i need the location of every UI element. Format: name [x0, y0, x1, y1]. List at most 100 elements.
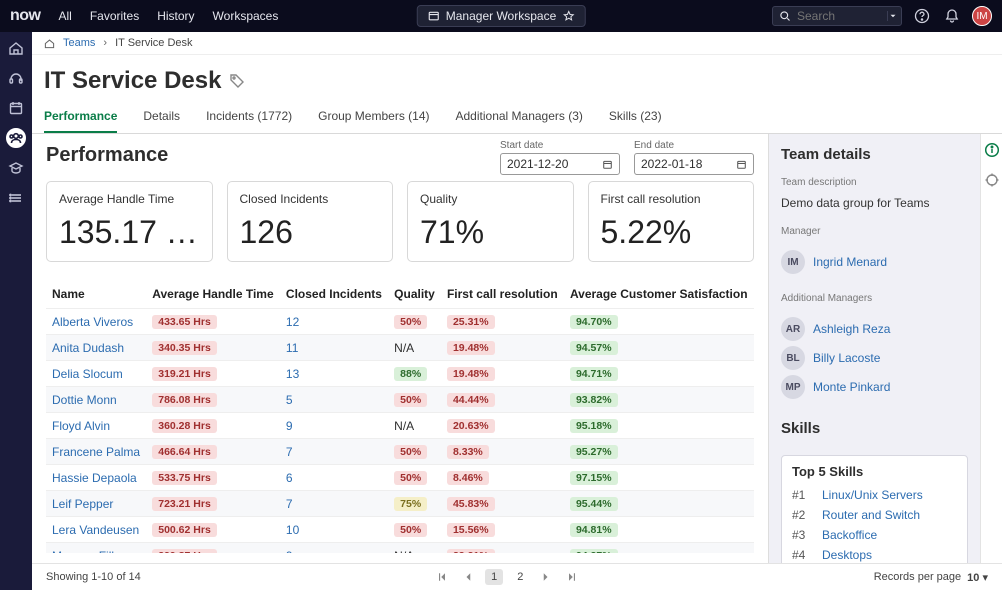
quality-pill: 50%	[394, 471, 427, 485]
nav-favorites[interactable]: Favorites	[90, 9, 139, 23]
workspace-pill[interactable]: Manager Workspace	[417, 5, 586, 27]
closed-link[interactable]: 12	[286, 315, 299, 329]
manager-name[interactable]: Billy Lacoste	[813, 351, 880, 365]
aht-pill: 319.21 Hrs	[152, 367, 217, 381]
avatar[interactable]: IM	[972, 6, 992, 26]
avatar: IM	[781, 250, 805, 274]
col-header[interactable]: Average Customer Satisfaction	[564, 280, 754, 309]
end-date-input[interactable]: 2022-01-18	[634, 153, 754, 175]
records-label: Records per page	[874, 571, 961, 583]
nav-all[interactable]: All	[59, 9, 72, 23]
tag-icon[interactable]	[229, 73, 245, 89]
teams-icon[interactable]	[6, 128, 26, 148]
skill-link[interactable]: Backoffice	[822, 528, 877, 542]
member-link[interactable]: Delia Slocum	[52, 367, 123, 381]
table-row: Lera Vandeusen500.62 Hrs1050%15.56%94.81…	[46, 517, 754, 543]
tab-incidents[interactable]: Incidents (1772)	[206, 101, 292, 133]
page-last-icon[interactable]	[563, 568, 581, 586]
target-icon[interactable]	[984, 172, 1000, 188]
nav-history[interactable]: History	[157, 9, 194, 23]
page-prev-icon[interactable]	[459, 568, 477, 586]
member-link[interactable]: Alberta Viveros	[52, 315, 133, 329]
member-link[interactable]: Meggan Fillman	[52, 549, 137, 554]
right-title: Team details	[781, 146, 968, 163]
skill-link[interactable]: Linux/Unix Servers	[822, 488, 923, 502]
aht-pill: 340.35 Hrs	[152, 341, 217, 355]
member-link[interactable]: Lera Vandeusen	[52, 523, 139, 537]
col-header[interactable]: Closed Incidents	[280, 280, 388, 309]
tab-additional-managers[interactable]: Additional Managers (3)	[456, 101, 583, 133]
member-link[interactable]: Francene Palma	[52, 445, 140, 459]
aht-pill: 533.75 Hrs	[152, 471, 217, 485]
learn-icon[interactable]	[6, 158, 26, 178]
manager-name[interactable]: Monte Pinkard	[813, 380, 890, 394]
table-row: Dottie Monn786.08 Hrs550%44.44%93.82%	[46, 387, 754, 413]
closed-link[interactable]: 9	[286, 549, 293, 554]
search-input-wrap[interactable]	[772, 6, 902, 26]
addl-manager: ARAshleigh Reza	[781, 317, 968, 341]
home-icon[interactable]	[6, 38, 26, 58]
member-link[interactable]: Anita Dudash	[52, 341, 124, 355]
page-next-icon[interactable]	[537, 568, 555, 586]
fcr-pill: 19.48%	[447, 341, 495, 355]
skill-rank: #2	[792, 508, 812, 522]
list-icon[interactable]	[6, 188, 26, 208]
help-icon[interactable]	[912, 6, 932, 26]
col-header[interactable]: Name	[46, 280, 146, 309]
acs-pill: 94.81%	[570, 523, 618, 537]
closed-link[interactable]: 11	[286, 341, 298, 355]
manager-person: IM Ingrid Menard	[781, 250, 968, 274]
quality-pill: 50%	[394, 523, 427, 537]
closed-link[interactable]: 13	[286, 367, 299, 381]
closed-link[interactable]: 7	[286, 445, 293, 459]
search-input[interactable]	[797, 9, 877, 23]
card-label: Average Handle Time	[59, 192, 200, 206]
manager-name[interactable]: Ashleigh Reza	[813, 322, 890, 336]
tab-group-members[interactable]: Group Members (14)	[318, 101, 429, 133]
pager-showing: Showing 1-10 of 14	[46, 571, 141, 583]
col-header[interactable]: Average Handle Time	[146, 280, 280, 309]
member-link[interactable]: Leif Pepper	[52, 497, 113, 511]
closed-link[interactable]: 9	[286, 419, 293, 433]
col-header[interactable]: First call resolution	[441, 280, 564, 309]
page-first-icon[interactable]	[433, 568, 451, 586]
page-2[interactable]: 2	[511, 569, 529, 585]
page-1[interactable]: 1	[485, 569, 503, 585]
closed-link[interactable]: 10	[286, 523, 299, 537]
closed-link[interactable]: 6	[286, 471, 293, 485]
closed-link[interactable]: 7	[286, 497, 293, 511]
desc-value: Demo data group for Teams	[781, 196, 968, 210]
manager-name[interactable]: Ingrid Menard	[813, 255, 887, 269]
headset-icon[interactable]	[6, 68, 26, 88]
breadcrumb-home-icon[interactable]	[44, 38, 55, 49]
tab-performance[interactable]: Performance	[44, 101, 117, 133]
member-link[interactable]: Dottie Monn	[52, 393, 117, 407]
pager: Showing 1-10 of 14 1 2 Records per page …	[32, 563, 1002, 590]
quality-pill: 50%	[394, 445, 427, 459]
acs-pill: 94.57%	[570, 341, 618, 355]
star-icon[interactable]	[562, 10, 574, 22]
nav-workspaces[interactable]: Workspaces	[213, 9, 279, 23]
start-date-label: Start date	[500, 140, 620, 151]
member-link[interactable]: Floyd Alvin	[52, 419, 110, 433]
calendar-picker-icon	[736, 159, 747, 170]
tab-skills[interactable]: Skills (23)	[609, 101, 662, 133]
records-select[interactable]: 10 ▾	[967, 571, 988, 584]
skill-link[interactable]: Desktops	[822, 548, 872, 562]
card-label: First call resolution	[601, 192, 742, 206]
calendar-icon[interactable]	[6, 98, 26, 118]
member-link[interactable]: Hassie Depaola	[52, 471, 137, 485]
breadcrumb-teams[interactable]: Teams	[63, 37, 95, 49]
start-date-input[interactable]: 2021-12-20	[500, 153, 620, 175]
search-dropdown[interactable]	[887, 11, 898, 21]
table-row: Meggan Fillman299.87 Hrs9N/A23.21%94.27%	[46, 543, 754, 554]
tab-details[interactable]: Details	[143, 101, 180, 133]
skill-link[interactable]: Router and Switch	[822, 508, 920, 522]
acs-pill: 94.70%	[570, 315, 618, 329]
table-row: Leif Pepper723.21 Hrs775%45.83%95.44%	[46, 491, 754, 517]
card-quality: Quality71%	[407, 181, 574, 262]
col-header[interactable]: Quality	[388, 280, 441, 309]
closed-link[interactable]: 5	[286, 393, 293, 407]
bell-icon[interactable]	[942, 6, 962, 26]
info-icon[interactable]	[984, 142, 1000, 158]
